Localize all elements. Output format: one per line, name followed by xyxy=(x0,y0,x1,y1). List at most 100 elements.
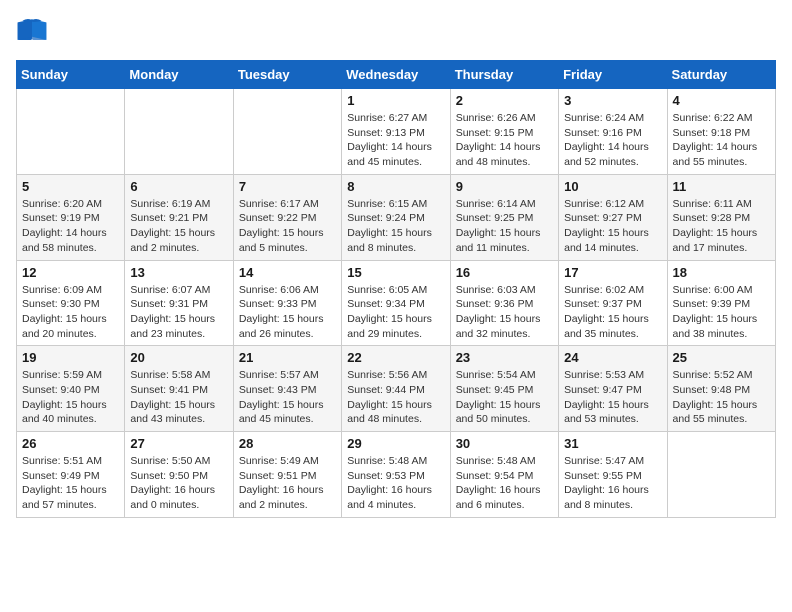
calendar-cell xyxy=(667,432,775,518)
day-info: Sunrise: 6:07 AMSunset: 9:31 PMDaylight:… xyxy=(130,283,227,342)
day-info: Sunrise: 5:53 AMSunset: 9:47 PMDaylight:… xyxy=(564,368,661,427)
day-info: Sunrise: 5:56 AMSunset: 9:44 PMDaylight:… xyxy=(347,368,444,427)
calendar-cell: 26 Sunrise: 5:51 AMSunset: 9:49 PMDayligh… xyxy=(17,432,125,518)
calendar-cell: 1 Sunrise: 6:27 AMSunset: 9:13 PMDaylight… xyxy=(342,89,450,175)
day-info: Sunrise: 5:59 AMSunset: 9:40 PMDaylight:… xyxy=(22,368,119,427)
day-info: Sunrise: 6:19 AMSunset: 9:21 PMDaylight:… xyxy=(130,197,227,256)
calendar-cell: 10 Sunrise: 6:12 AMSunset: 9:27 PMDayligh… xyxy=(559,174,667,260)
calendar-cell: 19 Sunrise: 5:59 AMSunset: 9:40 PMDayligh… xyxy=(17,346,125,432)
day-info: Sunrise: 6:26 AMSunset: 9:15 PMDaylight:… xyxy=(456,111,553,170)
weekday-header-row: SundayMondayTuesdayWednesdayThursdayFrid… xyxy=(17,61,776,89)
calendar-cell: 23 Sunrise: 5:54 AMSunset: 9:45 PMDayligh… xyxy=(450,346,558,432)
day-info: Sunrise: 5:54 AMSunset: 9:45 PMDaylight:… xyxy=(456,368,553,427)
calendar-cell: 25Sunrise: 5:52 AMSunset: 9:48 PMDayligh… xyxy=(667,346,775,432)
day-number: 16 xyxy=(456,265,553,280)
day-info: Sunrise: 6:22 AMSunset: 9:18 PMDaylight:… xyxy=(673,111,770,170)
logo xyxy=(16,16,52,48)
day-number: 29 xyxy=(347,436,444,451)
day-info: Sunrise: 6:15 AMSunset: 9:24 PMDaylight:… xyxy=(347,197,444,256)
calendar-cell: 6 Sunrise: 6:19 AMSunset: 9:21 PMDaylight… xyxy=(125,174,233,260)
calendar-cell: 13Sunrise: 6:07 AMSunset: 9:31 PMDayligh… xyxy=(125,260,233,346)
day-number: 7 xyxy=(239,179,336,194)
weekday-header-tuesday: Tuesday xyxy=(233,61,341,89)
day-number: 23 xyxy=(456,350,553,365)
calendar-cell: 8Sunrise: 6:15 AMSunset: 9:24 PMDaylight… xyxy=(342,174,450,260)
weekday-header-saturday: Saturday xyxy=(667,61,775,89)
calendar-cell: 24Sunrise: 5:53 AMSunset: 9:47 PMDayligh… xyxy=(559,346,667,432)
day-info: Sunrise: 5:48 AMSunset: 9:54 PMDaylight:… xyxy=(456,454,553,513)
week-row-3: 12 Sunrise: 6:09 AMSunset: 9:30 PMDayligh… xyxy=(17,260,776,346)
day-number: 3 xyxy=(564,93,661,108)
day-info: Sunrise: 6:12 AMSunset: 9:27 PMDaylight:… xyxy=(564,197,661,256)
calendar-cell: 22 Sunrise: 5:56 AMSunset: 9:44 PMDayligh… xyxy=(342,346,450,432)
calendar-cell xyxy=(17,89,125,175)
day-info: Sunrise: 5:57 AMSunset: 9:43 PMDaylight:… xyxy=(239,368,336,427)
week-row-2: 5 Sunrise: 6:20 AMSunset: 9:19 PMDaylight… xyxy=(17,174,776,260)
calendar-cell: 15 Sunrise: 6:05 AMSunset: 9:34 PMDayligh… xyxy=(342,260,450,346)
calendar-cell xyxy=(125,89,233,175)
day-number: 26 xyxy=(22,436,119,451)
calendar-cell: 2 Sunrise: 6:26 AMSunset: 9:15 PMDaylight… xyxy=(450,89,558,175)
calendar-cell: 20 Sunrise: 5:58 AMSunset: 9:41 PMDayligh… xyxy=(125,346,233,432)
day-info: Sunrise: 6:00 AMSunset: 9:39 PMDaylight:… xyxy=(673,283,770,342)
day-number: 2 xyxy=(456,93,553,108)
day-number: 19 xyxy=(22,350,119,365)
day-info: Sunrise: 6:20 AMSunset: 9:19 PMDaylight:… xyxy=(22,197,119,256)
day-info: Sunrise: 6:03 AMSunset: 9:36 PMDaylight:… xyxy=(456,283,553,342)
day-number: 12 xyxy=(22,265,119,280)
week-row-4: 19 Sunrise: 5:59 AMSunset: 9:40 PMDayligh… xyxy=(17,346,776,432)
calendar-cell: 18 Sunrise: 6:00 AMSunset: 9:39 PMDayligh… xyxy=(667,260,775,346)
day-info: Sunrise: 5:58 AMSunset: 9:41 PMDaylight:… xyxy=(130,368,227,427)
day-info: Sunrise: 6:09 AMSunset: 9:30 PMDaylight:… xyxy=(22,283,119,342)
week-row-1: 1 Sunrise: 6:27 AMSunset: 9:13 PMDaylight… xyxy=(17,89,776,175)
calendar-cell: 30 Sunrise: 5:48 AMSunset: 9:54 PMDayligh… xyxy=(450,432,558,518)
day-number: 18 xyxy=(673,265,770,280)
day-number: 10 xyxy=(564,179,661,194)
day-number: 27 xyxy=(130,436,227,451)
day-number: 11 xyxy=(673,179,770,194)
weekday-header-wednesday: Wednesday xyxy=(342,61,450,89)
calendar-cell: 29Sunrise: 5:48 AMSunset: 9:53 PMDayligh… xyxy=(342,432,450,518)
calendar-cell: 9Sunrise: 6:14 AMSunset: 9:25 PMDaylight… xyxy=(450,174,558,260)
day-number: 4 xyxy=(673,93,770,108)
calendar-cell: 14Sunrise: 6:06 AMSunset: 9:33 PMDayligh… xyxy=(233,260,341,346)
calendar-cell: 28Sunrise: 5:49 AMSunset: 9:51 PMDayligh… xyxy=(233,432,341,518)
day-number: 31 xyxy=(564,436,661,451)
day-number: 21 xyxy=(239,350,336,365)
day-info: Sunrise: 6:24 AMSunset: 9:16 PMDaylight:… xyxy=(564,111,661,170)
calendar-cell: 12 Sunrise: 6:09 AMSunset: 9:30 PMDayligh… xyxy=(17,260,125,346)
day-info: Sunrise: 6:02 AMSunset: 9:37 PMDaylight:… xyxy=(564,283,661,342)
weekday-header-friday: Friday xyxy=(559,61,667,89)
weekday-header-thursday: Thursday xyxy=(450,61,558,89)
day-number: 22 xyxy=(347,350,444,365)
day-info: Sunrise: 5:50 AMSunset: 9:50 PMDaylight:… xyxy=(130,454,227,513)
day-info: Sunrise: 6:06 AMSunset: 9:33 PMDaylight:… xyxy=(239,283,336,342)
day-number: 1 xyxy=(347,93,444,108)
day-number: 5 xyxy=(22,179,119,194)
calendar-cell: 21 Sunrise: 5:57 AMSunset: 9:43 PMDayligh… xyxy=(233,346,341,432)
day-info: Sunrise: 6:05 AMSunset: 9:34 PMDaylight:… xyxy=(347,283,444,342)
day-number: 30 xyxy=(456,436,553,451)
day-number: 20 xyxy=(130,350,227,365)
day-info: Sunrise: 5:47 AMSunset: 9:55 PMDaylight:… xyxy=(564,454,661,513)
calendar-cell: 4 Sunrise: 6:22 AMSunset: 9:18 PMDaylight… xyxy=(667,89,775,175)
calendar-cell: 16 Sunrise: 6:03 AMSunset: 9:36 PMDayligh… xyxy=(450,260,558,346)
calendar-table: SundayMondayTuesdayWednesdayThursdayFrid… xyxy=(16,60,776,518)
calendar-cell: 7 Sunrise: 6:17 AMSunset: 9:22 PMDaylight… xyxy=(233,174,341,260)
day-info: Sunrise: 6:11 AMSunset: 9:28 PMDaylight:… xyxy=(673,197,770,256)
day-number: 15 xyxy=(347,265,444,280)
day-info: Sunrise: 6:27 AMSunset: 9:13 PMDaylight:… xyxy=(347,111,444,170)
page-header xyxy=(16,16,776,48)
calendar-cell: 17 Sunrise: 6:02 AMSunset: 9:37 PMDayligh… xyxy=(559,260,667,346)
day-number: 9 xyxy=(456,179,553,194)
calendar-cell: 3 Sunrise: 6:24 AMSunset: 9:16 PMDaylight… xyxy=(559,89,667,175)
day-number: 6 xyxy=(130,179,227,194)
weekday-header-monday: Monday xyxy=(125,61,233,89)
calendar-cell xyxy=(233,89,341,175)
day-number: 17 xyxy=(564,265,661,280)
weekday-header-sunday: Sunday xyxy=(17,61,125,89)
day-info: Sunrise: 5:51 AMSunset: 9:49 PMDaylight:… xyxy=(22,454,119,513)
calendar-cell: 5 Sunrise: 6:20 AMSunset: 9:19 PMDaylight… xyxy=(17,174,125,260)
day-info: Sunrise: 6:17 AMSunset: 9:22 PMDaylight:… xyxy=(239,197,336,256)
calendar-cell: 31 Sunrise: 5:47 AMSunset: 9:55 PMDayligh… xyxy=(559,432,667,518)
